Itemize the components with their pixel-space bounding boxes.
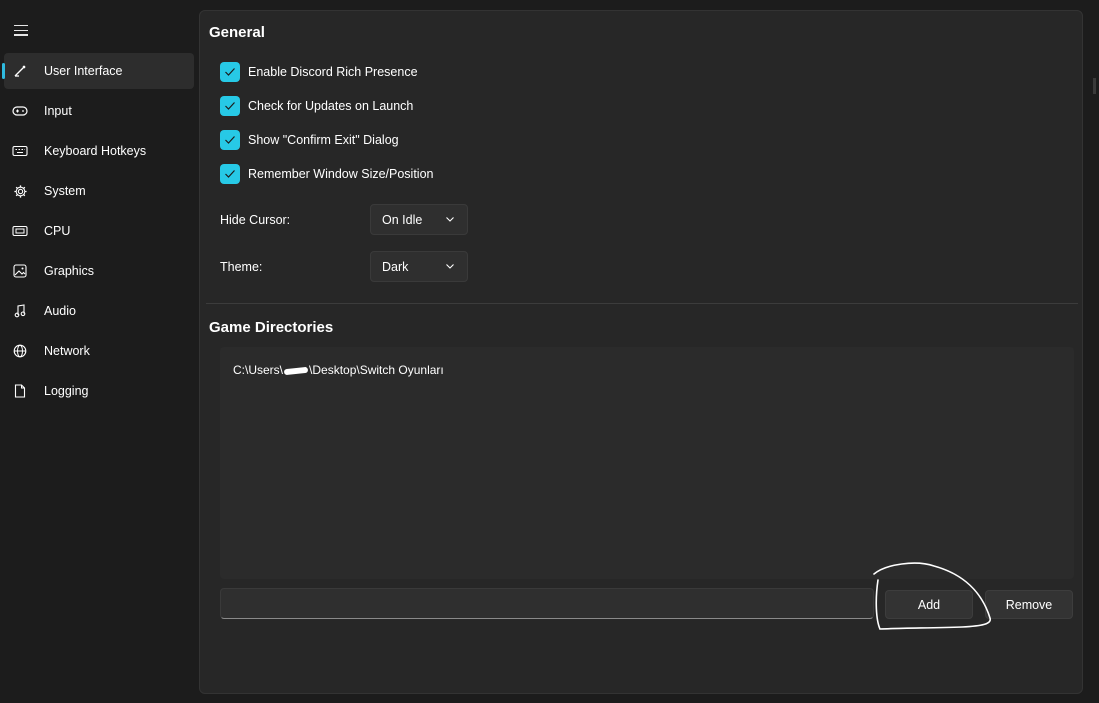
checkbox-row-updates[interactable]: Check for Updates on Launch [220, 95, 413, 117]
sidebar: User Interface Input Keyboard Hotkeys Sy… [0, 0, 198, 703]
checkbox-row-remember-window[interactable]: Remember Window Size/Position [220, 163, 434, 185]
checkbox-row-confirm-exit[interactable]: Show "Confirm Exit" Dialog [220, 129, 399, 151]
game-directories-list[interactable]: C:\Users\ \Desktop\Switch Oyunları [220, 347, 1074, 579]
music-note-icon [12, 303, 28, 319]
checkbox-label: Check for Updates on Launch [248, 99, 414, 113]
cpu-icon [12, 223, 28, 239]
sidebar-item-keyboard-hotkeys[interactable]: Keyboard Hotkeys [4, 133, 194, 169]
section-title-general: General [209, 24, 265, 41]
add-button[interactable]: Add [885, 590, 973, 619]
checkbox-checked[interactable] [220, 62, 240, 82]
scrollbar-edge[interactable] [1093, 78, 1096, 94]
list-item[interactable]: C:\Users\ \Desktop\Switch Oyunları [233, 363, 444, 377]
sidebar-item-system[interactable]: System [4, 173, 194, 209]
keyboard-icon [12, 143, 28, 159]
checkmark-icon [225, 136, 235, 144]
chevron-down-icon [446, 217, 454, 222]
dropdown-value: Dark [382, 259, 409, 274]
chevron-down-icon [446, 264, 454, 269]
dropdown-value: On Idle [382, 212, 423, 227]
sidebar-item-label: Logging [44, 384, 89, 398]
sidebar-item-label: User Interface [44, 64, 123, 78]
globe-icon [12, 343, 28, 359]
section-divider [206, 303, 1078, 304]
settings-panel: General Enable Discord Rich Presence Che… [199, 10, 1083, 694]
checkbox-checked[interactable] [220, 164, 240, 184]
sidebar-item-label: Input [44, 104, 72, 118]
sidebar-item-label: Keyboard Hotkeys [44, 144, 147, 158]
theme-label: Theme: [220, 260, 263, 274]
sidebar-item-label: System [44, 184, 86, 198]
checkbox-label: Show "Confirm Exit" Dialog [248, 133, 399, 147]
checkbox-label: Remember Window Size/Position [248, 167, 434, 181]
checkbox-row-discord[interactable]: Enable Discord Rich Presence [220, 61, 418, 83]
checkmark-icon [225, 170, 235, 178]
directory-path-input[interactable] [220, 588, 874, 619]
hide-cursor-dropdown[interactable]: On Idle [370, 204, 468, 235]
sidebar-item-audio[interactable]: Audio [4, 293, 194, 329]
sidebar-item-graphics[interactable]: Graphics [4, 253, 194, 289]
hamburger-menu-icon[interactable] [14, 25, 28, 36]
document-icon [12, 383, 28, 399]
image-icon [12, 263, 28, 279]
gear-icon [12, 183, 28, 199]
gamepad-icon [12, 103, 28, 119]
sidebar-item-cpu[interactable]: CPU [4, 213, 194, 249]
sidebar-item-label: Graphics [44, 264, 95, 278]
remove-button[interactable]: Remove [985, 590, 1073, 619]
checkbox-checked[interactable] [220, 96, 240, 116]
theme-dropdown[interactable]: Dark [370, 251, 468, 282]
sidebar-item-user-interface[interactable]: User Interface [2, 53, 194, 89]
sidebar-item-label: CPU [44, 224, 71, 238]
path-suffix: \Desktop\Switch Oyunları [309, 363, 444, 377]
hide-cursor-label: Hide Cursor: [220, 213, 291, 227]
sidebar-item-label: Audio [44, 304, 76, 318]
pen-icon [12, 63, 28, 79]
redaction-scribble [283, 366, 309, 376]
section-title-game-directories: Game Directories [209, 319, 334, 336]
checkbox-checked[interactable] [220, 130, 240, 150]
sidebar-item-logging[interactable]: Logging [4, 373, 194, 409]
active-indicator [2, 63, 5, 79]
checkbox-label: Enable Discord Rich Presence [248, 65, 418, 79]
sidebar-item-label: Network [44, 344, 90, 358]
checkmark-icon [225, 68, 235, 76]
sidebar-item-network[interactable]: Network [4, 333, 194, 369]
path-prefix: C:\Users\ [233, 363, 284, 377]
sidebar-item-input[interactable]: Input [4, 93, 194, 129]
checkmark-icon [225, 102, 235, 110]
